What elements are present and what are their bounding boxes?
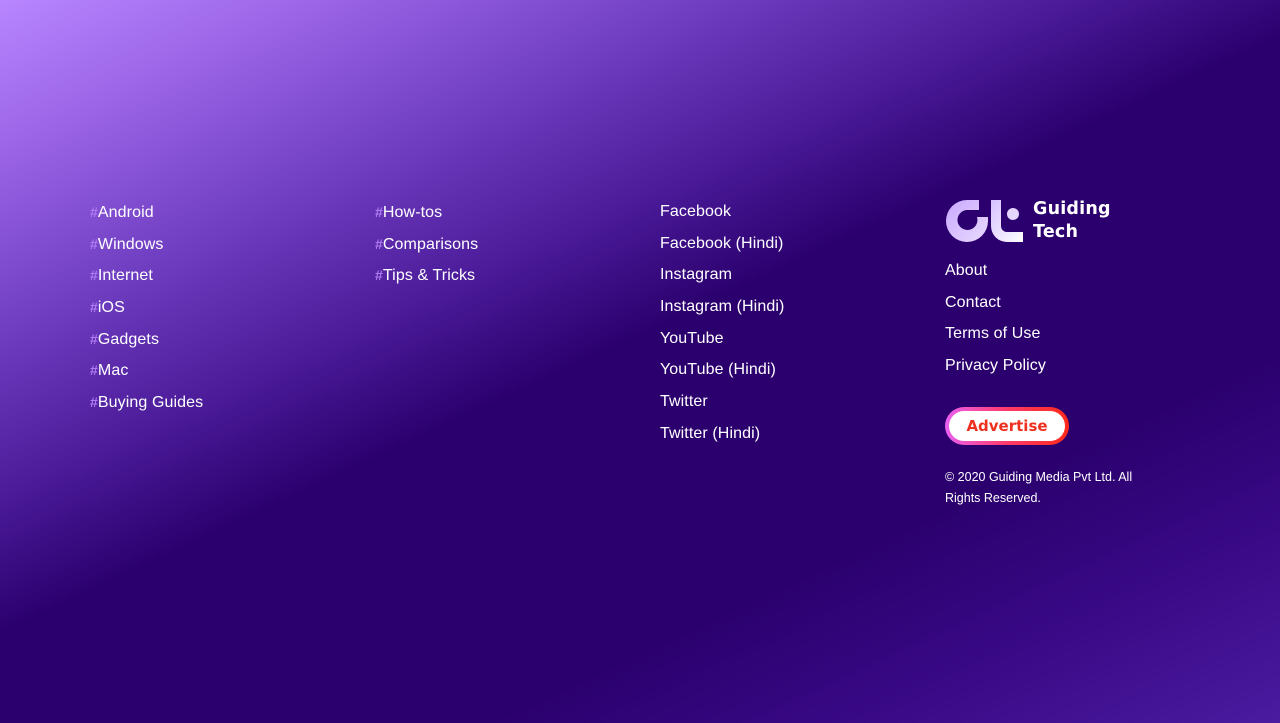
topic-link-internet[interactable]: #Internet (90, 267, 153, 284)
topics-list: #Android #Windows #Internet #iOS #Gadget… (90, 201, 203, 423)
topic-link-ios[interactable]: #iOS (90, 299, 125, 316)
type-link-how-tos[interactable]: #How-tos (375, 204, 442, 221)
footer-link-terms[interactable]: Terms of Use (945, 325, 1040, 342)
brand-name-line2: Tech (1033, 222, 1079, 242)
topic-link-mac[interactable]: #Mac (90, 362, 128, 379)
advertise-label: Advertise (949, 410, 1065, 441)
list-item: #Windows (90, 233, 203, 265)
topic-label: Gadgets (97, 330, 160, 348)
list-item: Twitter (Hindi) (660, 423, 784, 455)
footer-link-privacy[interactable]: Privacy Policy (945, 357, 1046, 374)
topic-link-buying-guides[interactable]: #Buying Guides (90, 394, 203, 411)
topic-label: iOS (97, 299, 125, 317)
hash-icon: # (90, 362, 98, 379)
list-item: #Tips & Tricks (375, 264, 478, 296)
list-item: About (945, 260, 1185, 292)
hash-icon: # (375, 204, 383, 220)
list-item: #Internet (90, 264, 203, 296)
list-item: YouTube (660, 328, 784, 360)
list-item: #How-tos (375, 201, 478, 233)
topic-link-windows[interactable]: #Windows (90, 236, 164, 253)
footer-link-about[interactable]: About (945, 262, 987, 279)
list-item: #Buying Guides (90, 391, 203, 423)
hash-icon: # (90, 204, 98, 220)
brand-logo-link[interactable]: Guiding Tech (945, 198, 1185, 244)
type-label: Tips & Tricks (382, 267, 476, 285)
brand-name: Guiding Tech (1033, 198, 1111, 244)
hash-icon: # (375, 267, 383, 284)
hash-icon: # (90, 299, 98, 316)
content-types-column: #How-tos #Comparisons #Tips & Tricks (375, 201, 478, 296)
advertise-button[interactable]: Advertise (945, 406, 1069, 445)
type-label: How-tos (382, 204, 443, 221)
topic-label: Buying Guides (97, 394, 204, 412)
list-item: #Comparisons (375, 233, 478, 265)
type-link-tips-tricks[interactable]: #Tips & Tricks (375, 267, 475, 284)
topic-link-android[interactable]: #Android (90, 204, 154, 221)
topic-label: Mac (97, 362, 129, 380)
social-link-facebook[interactable]: Facebook (660, 203, 731, 220)
list-item: YouTube (Hindi) (660, 359, 784, 391)
social-link-youtube-hindi[interactable]: YouTube (Hindi) (660, 361, 776, 378)
topic-label: Windows (97, 235, 164, 253)
social-link-instagram-hindi[interactable]: Instagram (Hindi) (660, 298, 784, 315)
social-link-twitter[interactable]: Twitter (660, 393, 708, 410)
list-item: #Mac (90, 359, 203, 391)
list-item: Facebook (Hindi) (660, 233, 784, 265)
hash-icon: # (90, 394, 98, 411)
social-link-youtube[interactable]: YouTube (660, 330, 724, 347)
type-link-comparisons[interactable]: #Comparisons (375, 236, 478, 253)
social-link-instagram[interactable]: Instagram (660, 266, 732, 283)
social-list: Facebook Facebook (Hindi) Instagram Inst… (660, 201, 784, 455)
social-column: Facebook Facebook (Hindi) Instagram Inst… (660, 201, 784, 455)
type-label: Comparisons (382, 235, 479, 253)
social-link-facebook-hindi[interactable]: Facebook (Hindi) (660, 235, 783, 252)
hash-icon: # (90, 235, 98, 252)
topic-label: Android (97, 204, 154, 221)
content-types-list: #How-tos #Comparisons #Tips & Tricks (375, 201, 478, 296)
list-item: Facebook (660, 201, 784, 233)
list-item: Twitter (660, 391, 784, 423)
list-item: #iOS (90, 296, 203, 328)
footer-link-contact[interactable]: Contact (945, 294, 1001, 311)
hash-icon: # (90, 330, 98, 347)
topics-column: #Android #Windows #Internet #iOS #Gadget… (90, 201, 203, 423)
hash-icon: # (375, 235, 383, 252)
hash-icon: # (90, 267, 98, 284)
topic-link-gadgets[interactable]: #Gadgets (90, 331, 159, 348)
list-item: Contact (945, 292, 1185, 324)
social-link-twitter-hindi[interactable]: Twitter (Hindi) (660, 425, 760, 442)
brand-name-line1: Guiding (1033, 199, 1111, 219)
topic-label: Internet (97, 267, 153, 285)
list-item: Terms of Use (945, 323, 1185, 355)
brand-links-list: About Contact Terms of Use Privacy Polic… (945, 260, 1185, 387)
copyright-text: © 2020 Guiding Media Pvt Ltd. All Rights… (945, 469, 1133, 505)
list-item: Instagram (660, 264, 784, 296)
list-item: Instagram (Hindi) (660, 296, 784, 328)
site-footer: #Android #Windows #Internet #iOS #Gadget… (0, 0, 1280, 723)
brand-column: Guiding Tech About Contact Terms of Use … (945, 198, 1185, 509)
list-item: Privacy Policy (945, 355, 1185, 387)
guiding-tech-gt-logo-icon (946, 200, 1023, 242)
list-item: #Gadgets (90, 328, 203, 360)
list-item: #Android (90, 201, 203, 233)
